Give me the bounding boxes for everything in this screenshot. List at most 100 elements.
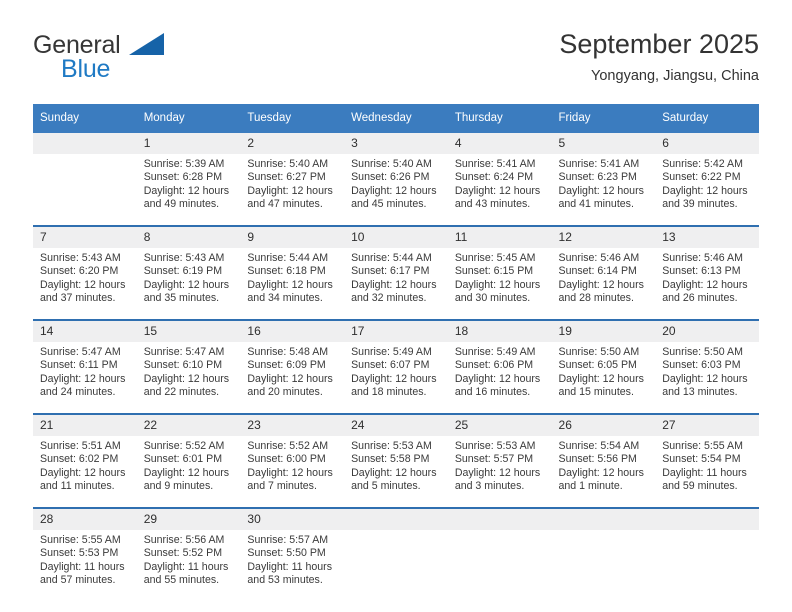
day-cell-empty xyxy=(551,530,656,601)
brand-logo[interactable]: General Blue xyxy=(33,31,263,93)
day-cell-6[interactable]: Sunrise: 5:42 AM Sunset: 6:22 PM Daylight:… xyxy=(655,154,759,226)
day-cell-27[interactable]: Sunrise: 5:55 AM Sunset: 5:54 PM Daylight:… xyxy=(655,436,759,508)
day-number-18[interactable]: 18 xyxy=(447,319,552,342)
week-daynumber-row: 7 8 9 10 11 12 13 xyxy=(33,225,759,248)
day-cell-24[interactable]: Sunrise: 5:53 AM Sunset: 5:58 PM Daylight:… xyxy=(344,436,448,508)
day-info-line: Sunset: 5:56 PM xyxy=(558,453,637,466)
day-cell-20[interactable]: Sunrise: 5:50 AM Sunset: 6:03 PM Daylight:… xyxy=(655,342,759,414)
day-cell-12[interactable]: Sunrise: 5:46 AM Sunset: 6:14 PM Daylight:… xyxy=(551,248,656,320)
day-info-line: Sunrise: 5:47 AM xyxy=(143,346,225,358)
day-info-line: Daylight: 12 hours xyxy=(558,184,644,197)
day-cell-1[interactable]: Sunrise: 5:39 AM Sunset: 6:28 PM Daylight:… xyxy=(136,154,241,226)
day-cell-22[interactable]: Sunrise: 5:52 AM Sunset: 6:01 PM Daylight:… xyxy=(136,436,241,508)
day-info-line: Daylight: 12 hours xyxy=(662,184,748,197)
day-number-26[interactable]: 26 xyxy=(551,413,656,436)
weekday-header-thursday: Thursday xyxy=(447,104,552,133)
day-info-line: Sunrise: 5:52 AM xyxy=(143,440,225,452)
day-number-8[interactable]: 8 xyxy=(136,225,241,248)
day-number-13[interactable]: 13 xyxy=(655,225,759,248)
day-info-line: and 39 minutes. xyxy=(662,198,738,211)
day-number-1[interactable]: 1 xyxy=(136,133,241,154)
day-cell-13[interactable]: Sunrise: 5:46 AM Sunset: 6:13 PM Daylight:… xyxy=(655,248,759,320)
day-cell-7[interactable]: Sunrise: 5:43 AM Sunset: 6:20 PM Daylight:… xyxy=(33,248,137,320)
day-info-line: Daylight: 12 hours xyxy=(247,372,333,385)
day-number-9[interactable]: 9 xyxy=(240,225,345,248)
day-number-30[interactable]: 30 xyxy=(240,507,345,530)
week-detail-row: Sunrise: 5:47 AM Sunset: 6:11 PM Daylight:… xyxy=(33,342,759,414)
day-info-line: Sunrise: 5:57 AM xyxy=(247,534,329,546)
day-cell-11[interactable]: Sunrise: 5:45 AM Sunset: 6:15 PM Daylight:… xyxy=(447,248,552,320)
day-number-19[interactable]: 19 xyxy=(551,319,656,342)
day-number-4[interactable]: 4 xyxy=(447,133,552,154)
day-number-14[interactable]: 14 xyxy=(33,319,137,342)
day-cell-15[interactable]: Sunrise: 5:47 AM Sunset: 6:10 PM Daylight:… xyxy=(136,342,241,414)
day-cell-10[interactable]: Sunrise: 5:44 AM Sunset: 6:17 PM Daylight:… xyxy=(344,248,448,320)
brand-name-blue: Blue xyxy=(61,55,111,83)
day-number-24[interactable]: 24 xyxy=(344,413,448,436)
day-cell-17[interactable]: Sunrise: 5:49 AM Sunset: 6:07 PM Daylight:… xyxy=(344,342,448,414)
day-number-2[interactable]: 2 xyxy=(240,133,345,154)
day-cell-26[interactable]: Sunrise: 5:54 AM Sunset: 5:56 PM Daylight:… xyxy=(551,436,656,508)
day-cell-18[interactable]: Sunrise: 5:49 AM Sunset: 6:06 PM Daylight:… xyxy=(447,342,552,414)
day-cell-14[interactable]: Sunrise: 5:47 AM Sunset: 6:11 PM Daylight:… xyxy=(33,342,137,414)
day-number-29[interactable]: 29 xyxy=(136,507,241,530)
calendar-table: Sunday Monday Tuesday Wednesday Thursday Frid… xyxy=(33,104,759,601)
day-info-line: Sunrise: 5:48 AM xyxy=(247,346,329,358)
day-info-line: Sunset: 5:54 PM xyxy=(662,453,741,466)
day-number-20[interactable]: 20 xyxy=(655,319,759,342)
day-info-line: and 34 minutes. xyxy=(247,292,323,305)
day-info-line: Sunrise: 5:41 AM xyxy=(454,158,536,170)
week-daynumber-row: 123456 xyxy=(33,133,759,154)
day-cell-4[interactable]: Sunrise: 5:41 AM Sunset: 6:24 PM Daylight:… xyxy=(447,154,552,226)
day-info-line: Sunrise: 5:51 AM xyxy=(40,440,121,452)
day-number-empty xyxy=(447,507,552,530)
day-cell-23[interactable]: Sunrise: 5:52 AM Sunset: 6:00 PM Daylight:… xyxy=(240,436,345,508)
day-number-6[interactable]: 6 xyxy=(655,133,759,154)
day-cell-21[interactable]: Sunrise: 5:51 AM Sunset: 6:02 PM Daylight:… xyxy=(33,436,137,508)
day-number-3[interactable]: 3 xyxy=(344,133,448,154)
day-cell-25[interactable]: Sunrise: 5:53 AM Sunset: 5:57 PM Daylight:… xyxy=(447,436,552,508)
day-info-line: Sunset: 5:57 PM xyxy=(454,453,534,466)
day-cell-30[interactable]: Sunrise: 5:57 AM Sunset: 5:50 PM Daylight:… xyxy=(240,530,345,601)
day-number-15[interactable]: 15 xyxy=(136,319,241,342)
day-info-line: Daylight: 12 hours xyxy=(40,278,126,291)
day-info-line: Sunrise: 5:50 AM xyxy=(558,346,640,358)
day-cell-5[interactable]: Sunrise: 5:41 AM Sunset: 6:23 PM Daylight:… xyxy=(551,154,656,226)
day-number-27[interactable]: 27 xyxy=(655,413,759,436)
day-cell-28[interactable]: Sunrise: 5:55 AM Sunset: 5:53 PM Daylight:… xyxy=(33,530,137,601)
day-info-line: Sunrise: 5:45 AM xyxy=(454,252,536,264)
day-info-line: Sunset: 6:27 PM xyxy=(247,171,326,184)
day-number-11[interactable]: 11 xyxy=(447,225,552,248)
day-cell-19[interactable]: Sunrise: 5:50 AM Sunset: 6:05 PM Daylight:… xyxy=(551,342,656,414)
week-detail-row: Sunrise: 5:43 AM Sunset: 6:20 PM Daylight:… xyxy=(33,248,759,320)
day-number-28[interactable]: 28 xyxy=(33,507,137,530)
day-number-empty xyxy=(655,507,759,530)
week-detail-row: Sunrise: 5:39 AM Sunset: 6:28 PM Daylight:… xyxy=(33,154,759,226)
day-number-17[interactable]: 17 xyxy=(344,319,448,342)
day-info-line: Daylight: 12 hours xyxy=(454,278,541,291)
day-info-line: and 47 minutes. xyxy=(247,198,323,211)
day-cell-3[interactable]: Sunrise: 5:40 AM Sunset: 6:26 PM Daylight:… xyxy=(344,154,448,226)
day-cell-9[interactable]: Sunrise: 5:44 AM Sunset: 6:18 PM Daylight:… xyxy=(240,248,345,320)
day-info-line: Daylight: 12 hours xyxy=(662,372,748,385)
day-number-22[interactable]: 22 xyxy=(136,413,241,436)
day-info-line: Sunrise: 5:54 AM xyxy=(558,440,640,452)
day-cell-2[interactable]: Sunrise: 5:40 AM Sunset: 6:27 PM Daylight:… xyxy=(240,154,345,226)
day-number-7[interactable]: 7 xyxy=(33,225,137,248)
day-cell-8[interactable]: Sunrise: 5:43 AM Sunset: 6:19 PM Daylight:… xyxy=(136,248,241,320)
day-cell-29[interactable]: Sunrise: 5:56 AM Sunset: 5:52 PM Daylight:… xyxy=(136,530,241,601)
weekday-header-wednesday: Wednesday xyxy=(344,104,448,133)
day-cell-16[interactable]: Sunrise: 5:48 AM Sunset: 6:09 PM Daylight:… xyxy=(240,342,345,414)
day-number-12[interactable]: 12 xyxy=(551,225,656,248)
day-info-line: and 30 minutes. xyxy=(454,292,531,305)
day-number-5[interactable]: 5 xyxy=(551,133,656,154)
day-number-10[interactable]: 10 xyxy=(344,225,448,248)
day-number-16[interactable]: 16 xyxy=(240,319,345,342)
day-number-23[interactable]: 23 xyxy=(240,413,345,436)
day-info-line: Daylight: 12 hours xyxy=(558,278,644,291)
day-number-25[interactable]: 25 xyxy=(447,413,552,436)
day-info-line: Sunset: 6:05 PM xyxy=(558,359,637,372)
calendar-header-row: Sunday Monday Tuesday Wednesday Thursday Frid… xyxy=(33,104,759,133)
day-info-line: Sunrise: 5:40 AM xyxy=(247,158,329,170)
day-number-21[interactable]: 21 xyxy=(33,413,137,436)
